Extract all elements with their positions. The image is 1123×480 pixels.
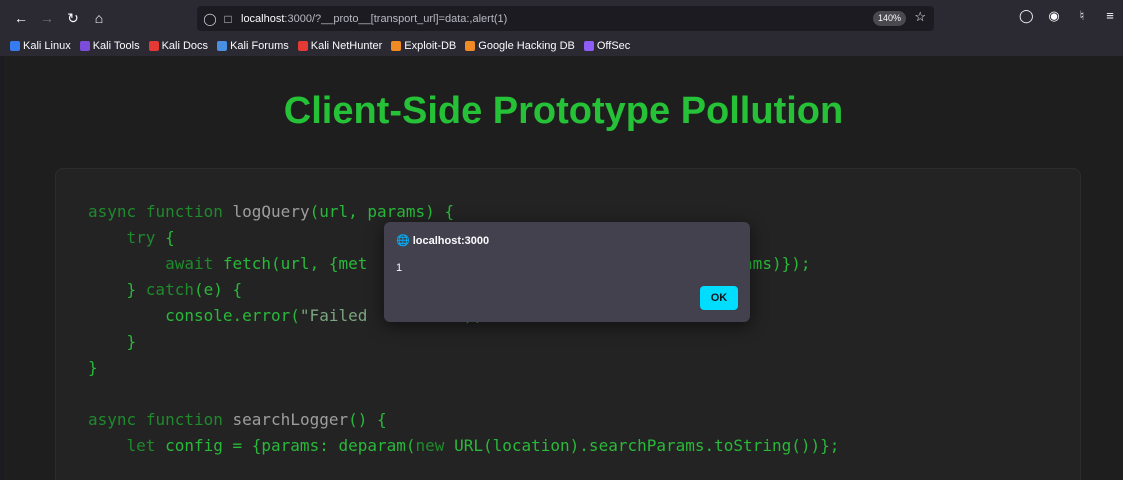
code-block: async function logQuery(url, params) { t…: [55, 168, 1081, 480]
url-text[interactable]: localhost:3000/?__proto__[transport_url]…: [241, 13, 507, 25]
bookmark-item[interactable]: Google Hacking DB: [465, 40, 575, 52]
code-text: config = {params: deparam(: [155, 436, 416, 455]
code-text: (url, params) {: [309, 202, 455, 221]
bookmark-item[interactable]: OffSec: [583, 40, 631, 52]
browser-toolbar: ← → ↻ ⌂ ◯ □ localhost:3000/?__proto__[tr…: [0, 0, 1123, 36]
code-function-name: searchLogger: [232, 410, 349, 429]
code-text: fetch(url, {met: [213, 254, 368, 273]
home-icon[interactable]: ⌂: [88, 7, 110, 29]
code-keyword: try: [126, 228, 156, 247]
ok-button[interactable]: OK: [700, 286, 738, 310]
code-keyword: async: [88, 202, 137, 221]
code-function-name: logQuery: [232, 202, 310, 221]
code-keyword: catch: [145, 280, 194, 299]
bookmark-item[interactable]: Kali Docs: [148, 40, 209, 52]
dialog-origin: 🌐 localhost:3000: [396, 234, 490, 248]
code-keyword: function: [145, 410, 223, 429]
code-keyword: await: [165, 254, 214, 273]
pocket-icon[interactable]: ◯: [1019, 8, 1034, 24]
page-info-icon[interactable]: □: [219, 12, 237, 26]
alert-dialog: 🌐 localhost:3000 1 OK: [384, 222, 750, 322]
code-text: URL(location).searchParams.toString())};: [444, 436, 840, 455]
code-text: console.error(: [165, 306, 300, 325]
bookmark-favicon-icon: [391, 41, 402, 51]
forward-arrow-icon[interactable]: →: [36, 7, 58, 29]
bookmark-label: Kali Tools: [92, 40, 140, 52]
bookmark-item[interactable]: Kali Tools: [79, 40, 140, 52]
shield-icon[interactable]: ◯: [201, 12, 219, 26]
bookmark-label: Kali Docs: [161, 40, 209, 52]
code-text: }: [126, 280, 146, 299]
bookmark-label: Kali Forums: [230, 40, 289, 52]
bookmark-label: Kali Linux: [23, 40, 71, 52]
url-host: localhost: [241, 12, 285, 25]
bookmark-star-icon[interactable]: ☆: [914, 9, 926, 25]
extensions-icon[interactable]: ♮: [1075, 8, 1089, 24]
code-string: "Failed: [299, 306, 368, 325]
code-text: (e) {: [193, 280, 243, 299]
zoom-badge[interactable]: 140%: [872, 11, 906, 26]
bookmark-label: Kali NetHunter: [310, 40, 383, 52]
dialog-origin-text: localhost:3000: [412, 234, 490, 247]
bookmarks-bar: Kali Linux Kali Tools Kali Docs Kali Forums…: [0, 36, 1123, 56]
toolbar-right-icons: ◯ ◉ ♮ ≡: [1019, 8, 1117, 24]
bookmark-favicon-icon: [217, 41, 228, 51]
globe-icon: 🌐: [396, 235, 410, 247]
url-bar[interactable]: ◯ □ localhost:3000/?__proto__[transport_…: [197, 6, 934, 31]
bookmark-label: OffSec: [596, 40, 631, 52]
bookmark-item[interactable]: Exploit-DB: [391, 40, 456, 52]
bookmark-favicon-icon: [148, 41, 159, 51]
code-keyword: async: [88, 410, 137, 429]
bookmark-favicon-icon: [297, 41, 308, 51]
code-text: {: [155, 228, 175, 247]
bookmark-favicon-icon: [10, 41, 20, 51]
account-icon[interactable]: ◉: [1047, 8, 1061, 24]
back-arrow-icon[interactable]: ←: [10, 7, 32, 29]
bookmark-item[interactable]: Kali Linux: [10, 40, 71, 52]
code-text: () {: [348, 410, 387, 429]
code-text: }: [88, 358, 98, 377]
bookmark-favicon-icon: [79, 41, 90, 51]
code-keyword: function: [145, 202, 223, 221]
reload-icon[interactable]: ↻: [62, 7, 84, 29]
bookmark-label: Exploit-DB: [404, 40, 457, 52]
dialog-message: 1: [396, 262, 403, 274]
bookmark-favicon-icon: [583, 41, 594, 51]
page-title: Client-Side Prototype Pollution: [283, 90, 844, 132]
bookmark-item[interactable]: Kali NetHunter: [297, 40, 383, 52]
code-keyword: new: [415, 436, 445, 455]
code-keyword: let: [126, 436, 156, 455]
bookmark-label: Google Hacking DB: [478, 40, 575, 52]
bookmark-item[interactable]: Kali Forums: [217, 40, 289, 52]
code-text: }: [126, 332, 137, 351]
bookmark-favicon-icon: [465, 41, 476, 51]
url-path: :3000/?__proto__[transport_url]=data:,al…: [284, 12, 508, 25]
menu-icon[interactable]: ≡: [1103, 8, 1117, 24]
